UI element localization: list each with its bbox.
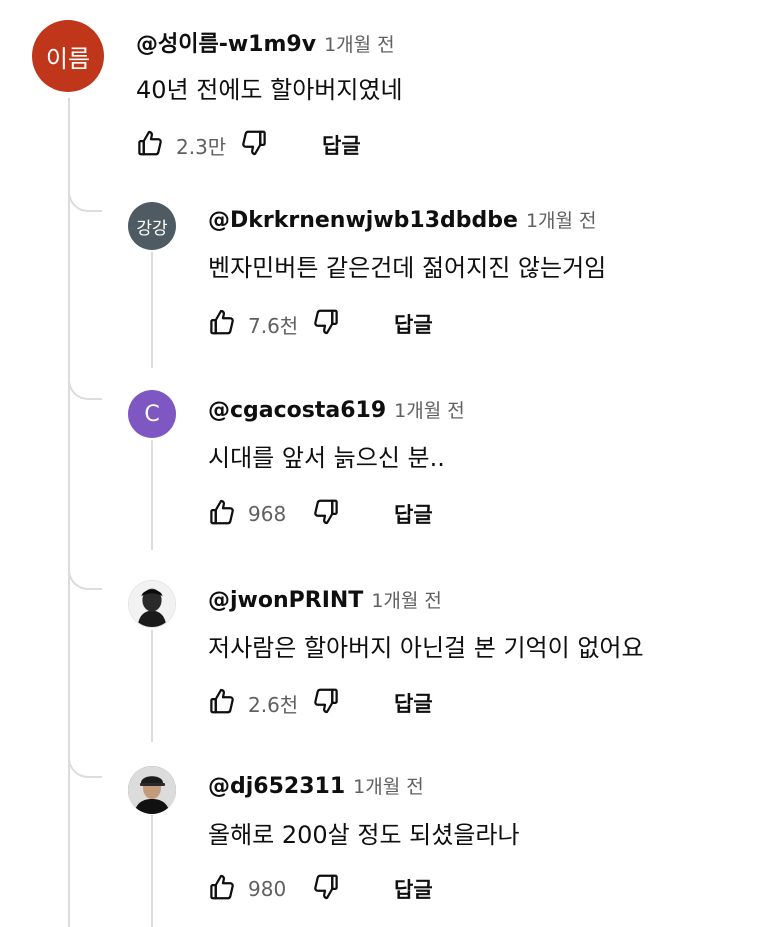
comment-text: 시대를 앞서 늙으신 분..	[208, 444, 445, 472]
like-count: 7.6천	[248, 313, 299, 338]
reply-thread-line	[151, 440, 153, 550]
thumb-up-icon	[207, 872, 237, 906]
reply-thread-line	[151, 815, 153, 927]
avatar[interactable]: C	[128, 390, 176, 438]
thumb-down-icon	[311, 497, 341, 531]
avatar[interactable]: 강강	[128, 202, 176, 250]
avatar-initials: 강강	[136, 218, 168, 239]
comment-time[interactable]: 1개월 전	[526, 206, 597, 233]
avatar-initials: C	[144, 401, 160, 427]
comment-time[interactable]: 1개월 전	[394, 396, 465, 423]
like-count: 2.3만	[176, 134, 227, 159]
like-count: 980	[248, 877, 287, 901]
reply-connector	[68, 754, 102, 778]
like-button[interactable]	[206, 308, 238, 340]
like-button[interactable]	[206, 687, 238, 719]
reply-button[interactable]: 답글	[394, 309, 433, 339]
thread-line	[68, 98, 70, 927]
thumb-up-icon	[207, 686, 237, 720]
comment-time[interactable]: 1개월 전	[371, 586, 442, 613]
dislike-button[interactable]	[238, 129, 270, 161]
reply-button[interactable]: 답글	[394, 874, 433, 904]
thumb-up-icon	[207, 307, 237, 341]
avatar[interactable]	[128, 766, 176, 814]
like-button[interactable]	[206, 873, 238, 905]
thumb-up-icon	[207, 497, 237, 531]
thumb-up-icon	[135, 128, 165, 162]
profile-photo	[128, 766, 176, 814]
comment-author[interactable]: @cgacosta619	[208, 398, 386, 423]
comment-author[interactable]: @Dkrkrnenwjwb13dbdbe	[208, 208, 518, 233]
comment-text: 올해로 200살 정도 되셨을라나	[208, 821, 520, 849]
comment-text: 40년 전에도 할아버지였네	[136, 76, 403, 104]
comment-time[interactable]: 1개월 전	[353, 772, 424, 799]
like-count: 968	[248, 502, 287, 526]
thumb-down-icon	[311, 307, 341, 341]
like-count: 2.6천	[248, 692, 299, 717]
reply-thread-line	[151, 252, 153, 368]
avatar[interactable]: 이름	[32, 20, 104, 92]
avatar[interactable]	[128, 580, 176, 628]
comment-author[interactable]: @dj652311	[208, 774, 345, 799]
reply-thread-line	[151, 630, 153, 742]
reply-connector	[68, 566, 102, 590]
thumb-down-icon	[239, 128, 269, 162]
reply-button[interactable]: 답글	[394, 688, 433, 718]
comment-text: 저사람은 할아버지 아닌걸 본 기억이 없어요	[208, 634, 644, 662]
reply-button[interactable]: 답글	[322, 130, 361, 160]
dislike-button[interactable]	[310, 308, 342, 340]
reply-button[interactable]: 답글	[394, 499, 433, 529]
dislike-button[interactable]	[310, 873, 342, 905]
reply-connector	[68, 376, 102, 400]
profile-photo	[129, 581, 175, 627]
dislike-button[interactable]	[310, 498, 342, 530]
comment-author[interactable]: @성이름-w1m9v	[136, 26, 316, 58]
avatar-initials: 이름	[45, 44, 91, 73]
comment-text: 벤자민버튼 같은건데 젊어지진 않는거임	[208, 254, 607, 282]
thumb-down-icon	[311, 686, 341, 720]
comment-author[interactable]: @jwonPRINT	[208, 588, 363, 613]
thumb-down-icon	[311, 872, 341, 906]
reply-connector	[68, 188, 102, 212]
like-button[interactable]	[134, 129, 166, 161]
comment-time[interactable]: 1개월 전	[324, 30, 395, 57]
like-button[interactable]	[206, 498, 238, 530]
dislike-button[interactable]	[310, 687, 342, 719]
